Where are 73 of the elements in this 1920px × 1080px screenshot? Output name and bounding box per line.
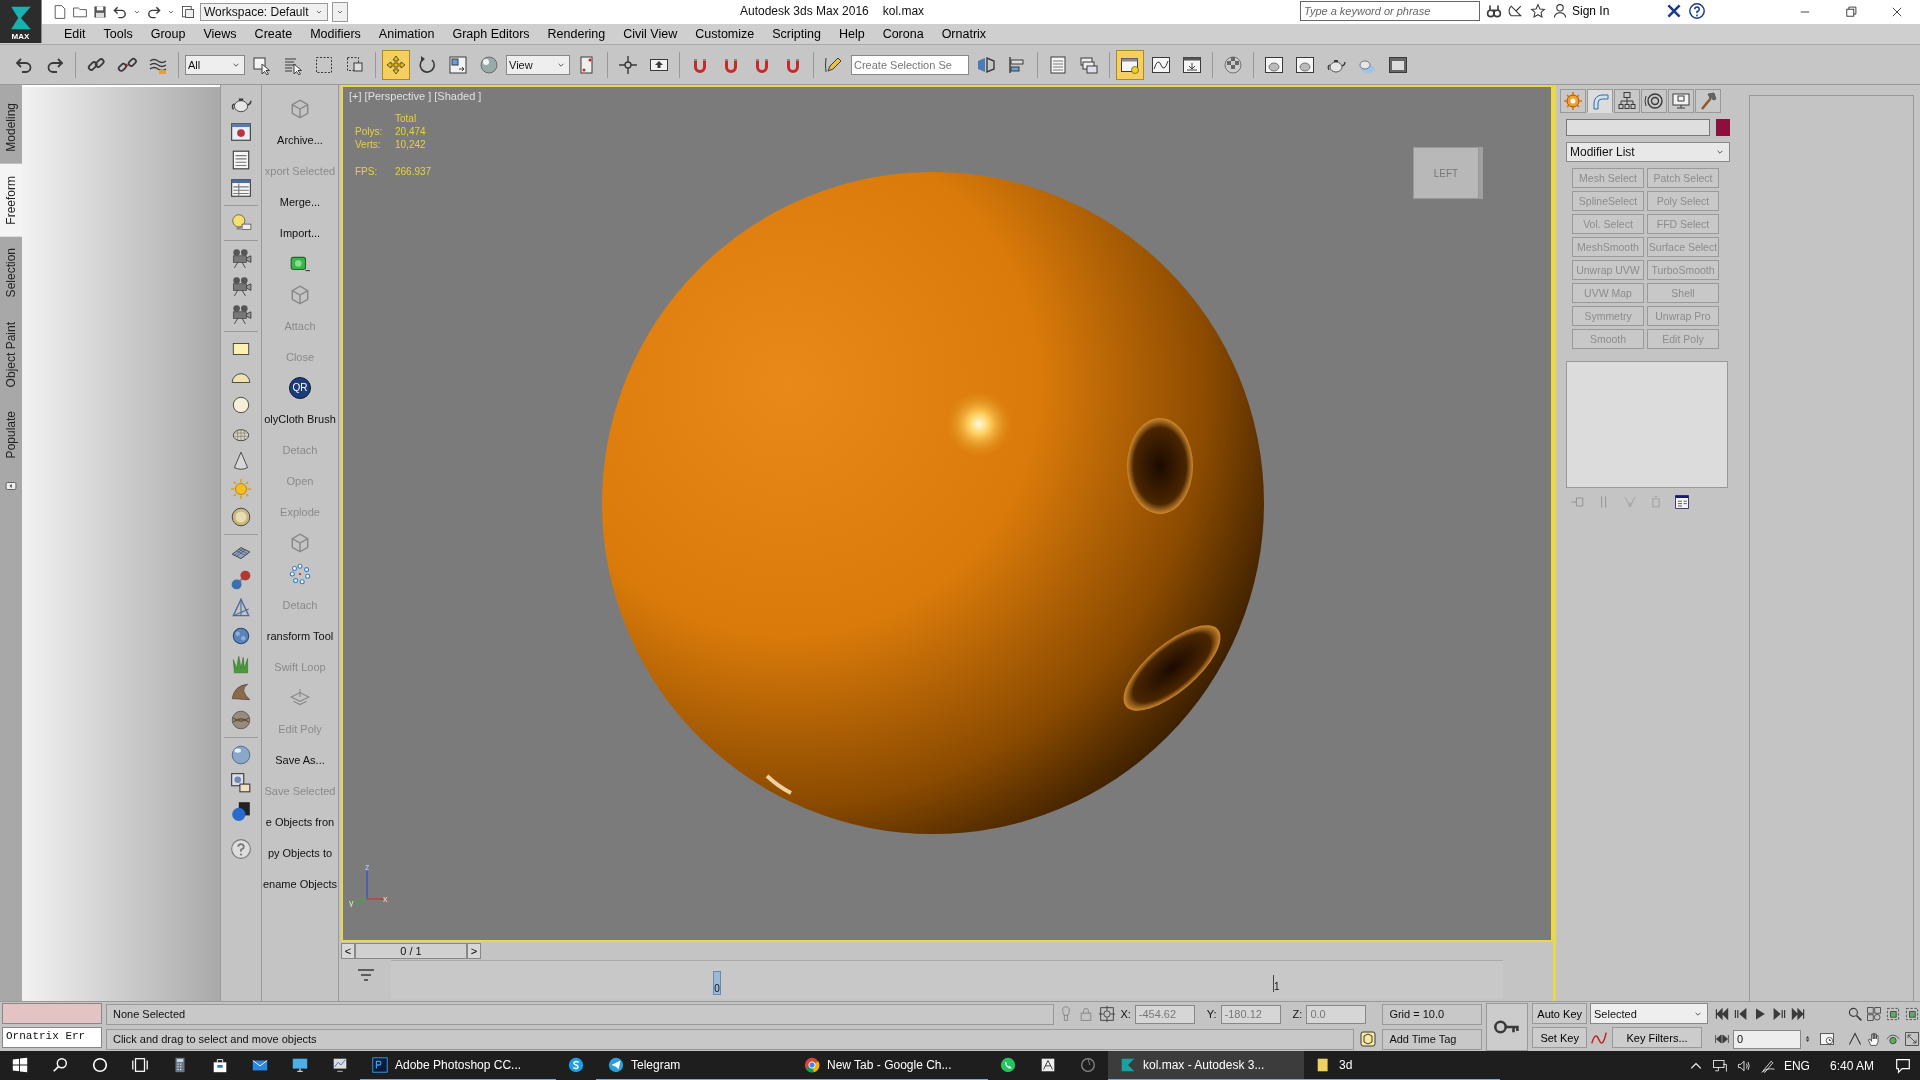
listener-output-field[interactable]: Ornatrix Err — [2, 1027, 102, 1048]
menu-item[interactable]: Group — [141, 27, 195, 41]
frame-field[interactable]: 0 — [1733, 1029, 1801, 1049]
menu-item[interactable]: Edit — [55, 27, 95, 41]
clock[interactable]: 6:40 AM — [1829, 1059, 1874, 1073]
stats-value: 20,474 — [395, 126, 427, 137]
selection-status: None Selected — [105, 1003, 1055, 1025]
ribbon-tab[interactable]: Freeform — [0, 163, 22, 237]
search-field[interactable]: Type a keyword or phrase — [1300, 1, 1480, 21]
key-mode-dropdown[interactable]: Selected — [1590, 1003, 1708, 1024]
app-logo[interactable]: MAX — [0, 0, 42, 43]
stats-value: 10,242 — [395, 139, 427, 150]
time-slider-thumb[interactable]: 0 / 1 — [355, 943, 467, 959]
file-name: kol.max — [882, 4, 925, 18]
auto-key-button[interactable]: Auto Key — [1532, 1003, 1587, 1024]
script-button[interactable]: Archive... — [262, 124, 338, 155]
set-key-mode-button[interactable]: Set Key — [1532, 1027, 1587, 1048]
grid-status: Grid = 10.0 — [1382, 1003, 1483, 1025]
menu-item[interactable]: Create — [245, 27, 302, 41]
script-button[interactable]: Import... — [262, 217, 338, 248]
coord-label: Y: — [1206, 1008, 1217, 1020]
menu-item[interactable]: Modifiers — [301, 27, 370, 41]
taskbar-app[interactable]: Telegram — [596, 1051, 792, 1080]
ribbon-tab[interactable]: Object Paint — [0, 309, 22, 400]
modifier-list-dropdown[interactable]: Modifier List — [1566, 142, 1730, 162]
time-tag-field[interactable]: Add Time Tag — [1382, 1028, 1483, 1050]
time-slider-next[interactable]: > — [467, 943, 481, 959]
menu-item[interactable]: Graph Editors — [443, 27, 539, 41]
script-button[interactable]: e Objects fron — [262, 806, 338, 837]
coord-label: Z: — [1292, 1008, 1303, 1020]
script-button[interactable]: ransform Tool — [262, 620, 338, 651]
script-button[interactable]: Merge... — [262, 186, 338, 217]
menu-item[interactable]: Customize — [686, 27, 764, 41]
time-slider-prev[interactable]: < — [341, 943, 355, 959]
track-bar[interactable]: 0 1 — [391, 960, 1503, 999]
current-frame-marker[interactable]: 0 — [713, 971, 721, 995]
stats-label: Polys: — [355, 126, 384, 137]
workspace-dropdown[interactable]: Workspace: Default — [200, 3, 328, 21]
taskbar-app[interactable]: 3d — [1304, 1051, 1500, 1080]
stats-heading: Total — [395, 113, 418, 124]
taskbar-app[interactable]: New Tab - Google Ch... — [792, 1051, 988, 1080]
ribbon-tab[interactable]: Modeling — [0, 91, 22, 164]
sign-in-button[interactable]: Sign In — [1552, 3, 1660, 19]
qr-button[interactable]: QR — [289, 376, 311, 399]
script-button[interactable]: olyCloth Brush — [262, 403, 338, 434]
menu-item[interactable]: Help — [829, 27, 874, 41]
ribbon-tab[interactable]: Selection — [0, 236, 22, 310]
menu-item[interactable]: Scripting — [763, 27, 830, 41]
menu-item[interactable]: Animation — [369, 27, 444, 41]
menu-item[interactable]: Tools — [94, 27, 142, 41]
script-button[interactable]: ename Objects — [262, 868, 338, 899]
taskbar-app[interactable]: kol.max - Autodesk 3... — [1108, 1051, 1304, 1080]
coord-label: X: — [1120, 1008, 1131, 1020]
taskbar-app[interactable]: Adobe Photoshop CC... — [360, 1051, 556, 1080]
script-button[interactable]: py Objects to — [262, 837, 338, 868]
toolbar-dropdown[interactable]: View — [506, 54, 570, 75]
key-filters-button[interactable]: Key Filters... — [1612, 1027, 1702, 1048]
axis-gizmo: z y x — [349, 863, 389, 907]
stats-label: Verts: — [355, 139, 382, 150]
language-indicator[interactable]: ENG — [1783, 1059, 1810, 1073]
menu-item[interactable]: Civil View — [614, 27, 687, 41]
frame-tick: 1 — [1273, 975, 1280, 992]
ribbon-tab[interactable]: Populate — [0, 399, 22, 471]
menu-item[interactable]: Rendering — [538, 27, 615, 41]
script-button[interactable]: Save As... — [262, 744, 338, 775]
window-title: Autodesk 3ds Max 2016 — [740, 4, 869, 18]
toolbar-dropdown[interactable]: All — [185, 54, 245, 75]
stats-label: FPS: — [355, 166, 379, 177]
menu-item[interactable]: Corona — [873, 27, 933, 41]
named-selection-field[interactable]: Create Selection Se — [851, 54, 969, 75]
menu-item[interactable]: Ornatrix — [932, 27, 996, 41]
menu-item[interactable]: Views — [194, 27, 246, 41]
stats-value: 266.937 — [395, 166, 432, 177]
